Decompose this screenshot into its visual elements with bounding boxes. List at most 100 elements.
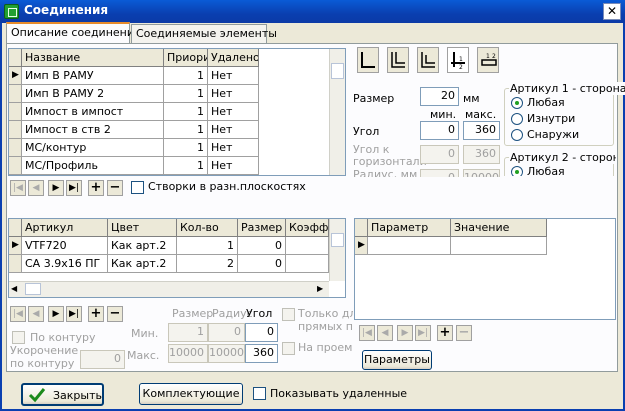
cross-joint-shape-icon[interactable]: 12 <box>477 47 499 73</box>
table-cell[interactable]: 1 <box>177 237 238 255</box>
max-radius-input[interactable]: 10000 <box>208 344 245 363</box>
connections-scrollbar[interactable] <box>329 49 345 175</box>
first-record-icon[interactable]: |◀ <box>10 306 26 322</box>
sashes-checkbox[interactable] <box>131 181 144 194</box>
next-record-icon[interactable]: ▶ <box>48 180 64 196</box>
min-radius-input[interactable]: 0 <box>208 323 245 342</box>
table-cell[interactable] <box>451 237 547 255</box>
first-record-icon[interactable]: |◀ <box>10 180 26 196</box>
add-record-icon[interactable]: + <box>88 306 104 322</box>
column-header-name[interactable]: Название <box>22 49 164 67</box>
table-cell[interactable]: Импост в ств 2 <box>22 121 164 139</box>
table-cell[interactable]: 0 <box>238 255 286 273</box>
prior-record-icon[interactable]: ◀ <box>377 325 393 341</box>
table-cell[interactable]: Нет <box>208 103 259 121</box>
radius-max-input[interactable]: 10000 <box>463 169 500 177</box>
components-vscroll[interactable] <box>329 219 345 281</box>
column-header-size[interactable]: Размер <box>238 219 286 237</box>
size-input[interactable]: 20 <box>420 87 459 106</box>
min-angle-input[interactable]: 0 <box>245 323 278 342</box>
delete-record-icon[interactable]: − <box>107 306 123 322</box>
scroll-thumb[interactable] <box>331 233 344 247</box>
column-header-deleted[interactable]: Удалено <box>208 49 259 67</box>
angle-max-input[interactable]: 360 <box>463 121 500 140</box>
components-hscroll[interactable]: ◀ ▶ <box>9 281 329 297</box>
by-contour-checkbox[interactable] <box>12 331 25 344</box>
table-cell[interactable]: 1 <box>164 157 208 175</box>
radius-min-input[interactable]: 0 <box>420 169 459 177</box>
table-cell[interactable]: 2 <box>177 255 238 273</box>
corner-joint-shape-2-icon[interactable] <box>387 47 409 73</box>
table-cell[interactable]: Нет <box>208 157 259 175</box>
accessories-button[interactable]: Комплектующие <box>139 383 243 405</box>
table-cell[interactable] <box>286 255 329 273</box>
parameters-button[interactable]: Параметры <box>362 350 432 370</box>
article1-inside-radio[interactable] <box>511 113 523 125</box>
article1-any-radio[interactable] <box>511 97 523 109</box>
delete-record-icon[interactable]: − <box>456 325 472 341</box>
column-header-parameter[interactable]: Параметр <box>368 219 451 237</box>
close-button[interactable]: Закрыть <box>21 383 104 406</box>
table-cell[interactable]: МС/Профиль <box>22 157 164 175</box>
scroll-thumb[interactable] <box>331 63 344 79</box>
table-cell[interactable]: Имп В РАМУ <box>22 67 164 85</box>
horizontal-angle-min-input[interactable]: 0 <box>420 145 459 164</box>
article2-any-radio[interactable] <box>511 166 523 176</box>
article1-outside-radio[interactable] <box>511 129 523 141</box>
scroll-left-icon[interactable]: ◀ <box>11 284 17 293</box>
table-cell[interactable]: 1 <box>164 85 208 103</box>
column-header-quantity[interactable]: Кол-во <box>177 219 238 237</box>
table-cell[interactable]: 1 <box>164 139 208 157</box>
last-record-icon[interactable]: ▶| <box>66 306 82 322</box>
horizontal-angle-max-input[interactable]: 360 <box>463 145 500 164</box>
first-record-icon[interactable]: |◀ <box>359 325 375 341</box>
table-cell[interactable] <box>368 237 451 255</box>
last-record-icon[interactable]: ▶| <box>66 180 82 196</box>
tab-connections-description[interactable]: Описание соединений <box>6 22 141 43</box>
close-window-button[interactable]: ✕ <box>603 3 621 20</box>
table-cell[interactable]: Имп В РАМУ 2 <box>22 85 164 103</box>
prior-record-icon[interactable]: ◀ <box>28 180 44 196</box>
table-cell[interactable]: 1 <box>164 121 208 139</box>
table-cell[interactable]: Нет <box>208 121 259 139</box>
column-header-coefficient[interactable]: Коэфф. <box>286 219 329 237</box>
only-straight-checkbox[interactable] <box>282 308 295 321</box>
column-header-article[interactable]: Артикул <box>22 219 108 237</box>
shortening-input[interactable]: 0 <box>80 350 125 369</box>
table-cell[interactable]: 1 <box>164 67 208 85</box>
corner-joint-shape-3-icon[interactable] <box>417 47 439 73</box>
corner-joint-shape-1-icon[interactable] <box>357 47 379 73</box>
max-angle-input[interactable]: 360 <box>245 344 278 363</box>
table-cell[interactable]: Нет <box>208 139 259 157</box>
next-record-icon[interactable]: ▶ <box>48 306 64 322</box>
t-joint-shape-icon[interactable]: 12 <box>447 47 469 73</box>
next-record-icon[interactable]: ▶ <box>397 325 413 341</box>
add-record-icon[interactable]: + <box>88 180 104 196</box>
delete-record-icon[interactable]: − <box>107 180 123 196</box>
max-size-input[interactable]: 10000 <box>168 344 208 363</box>
table-cell[interactable]: Импост в импост <box>22 103 164 121</box>
table-cell[interactable]: Как арт.2 <box>108 237 177 255</box>
table-cell[interactable]: МС/контур <box>22 139 164 157</box>
tab-connected-elements[interactable]: Соединяемые элементы <box>131 24 277 43</box>
on-profile-checkbox[interactable] <box>282 342 295 355</box>
table-cell[interactable]: Как арт.2 <box>108 255 177 273</box>
table-cell[interactable]: Нет <box>208 67 259 85</box>
table-cell[interactable] <box>286 237 329 255</box>
scroll-thumb[interactable] <box>25 283 41 295</box>
min-size-input[interactable]: 1 <box>168 323 208 342</box>
column-header-priority[interactable]: Приори <box>164 49 208 67</box>
scroll-right-icon[interactable]: ▶ <box>317 284 323 293</box>
table-cell[interactable]: 1 <box>164 103 208 121</box>
angle-min-input[interactable]: 0 <box>420 121 459 140</box>
table-cell[interactable]: Нет <box>208 85 259 103</box>
column-header-value[interactable]: Значение <box>451 219 547 237</box>
table-cell[interactable]: 0 <box>238 237 286 255</box>
table-cell[interactable]: VTF720 <box>22 237 108 255</box>
table-cell[interactable]: CA 3.9x16 ПГ <box>22 255 108 273</box>
add-record-icon[interactable]: + <box>437 325 453 341</box>
column-header-color[interactable]: Цвет <box>108 219 177 237</box>
show-deleted-checkbox[interactable] <box>253 387 266 400</box>
last-record-icon[interactable]: ▶| <box>415 325 431 341</box>
prior-record-icon[interactable]: ◀ <box>28 306 44 322</box>
